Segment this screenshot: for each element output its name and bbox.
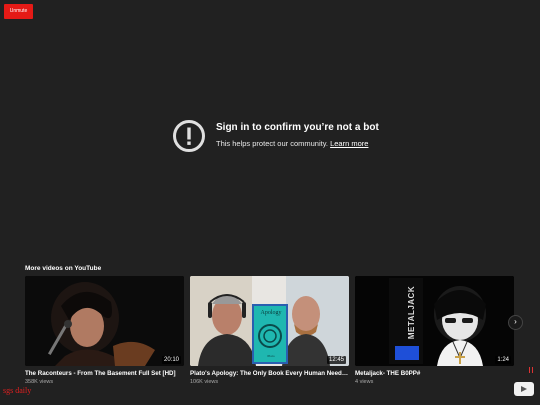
video-card[interactable]: METALJACK 1:24 Metaljack- THE B0PP# 4 vi… — [355, 276, 515, 385]
notice-subtitle-text: This helps protect our community. — [216, 139, 328, 148]
video-thumbnail[interactable]: Apology Plato 12:45 — [190, 276, 349, 366]
pause-mark-icon — [529, 367, 533, 373]
video-thumbnail[interactable]: METALJACK 1:24 — [355, 276, 514, 366]
unmute-button[interactable]: Unmute — [4, 4, 33, 19]
video-card[interactable]: Apology Plato 12:45 Plato's Apology: The… — [190, 276, 350, 385]
video-card[interactable]: 20:10 The Raconteurs - From The Basement… — [25, 276, 185, 385]
chevron-right-icon: › — [514, 317, 517, 326]
video-thumbnail-image — [355, 276, 514, 366]
book-author-text: Plato — [267, 354, 275, 358]
video-thumbnail-image — [25, 276, 184, 366]
play-icon — [521, 385, 527, 392]
book-title-text: Apology — [260, 310, 282, 316]
video-duration: 12:45 — [326, 356, 346, 364]
channel-watermark: sgs daily — [3, 386, 32, 395]
more-videos-heading: More videos on YouTube — [25, 265, 102, 272]
video-views: 358K views — [25, 379, 54, 385]
video-title[interactable]: Metaljack- THE B0PP# — [355, 370, 514, 377]
metaljack-banner-text: METALJACK — [407, 285, 417, 340]
video-thumbnail[interactable]: 20:10 — [25, 276, 184, 366]
notice-subtitle: This helps protect our community. Learn … — [216, 139, 368, 148]
video-thumbnail-image — [190, 276, 349, 366]
video-title[interactable]: The Raconteurs - From The Basement Full … — [25, 370, 184, 377]
exclamation-icon — [173, 120, 205, 152]
learn-more-link[interactable]: Learn more — [330, 139, 368, 148]
video-views: 106K views — [190, 379, 219, 385]
video-views: 4 views — [355, 379, 374, 385]
video-duration: 1:24 — [495, 356, 511, 364]
bot-check-notice: Sign in to confirm you’re not a bot This… — [172, 119, 432, 155]
next-videos-button[interactable]: › — [508, 315, 523, 330]
video-duration: 20:10 — [161, 356, 181, 364]
video-title[interactable]: Plato's Apology: The Only Book Every Hum… — [190, 370, 349, 377]
youtube-logo-icon[interactable] — [514, 382, 534, 396]
notice-title: Sign in to confirm you’re not a bot — [216, 122, 379, 133]
